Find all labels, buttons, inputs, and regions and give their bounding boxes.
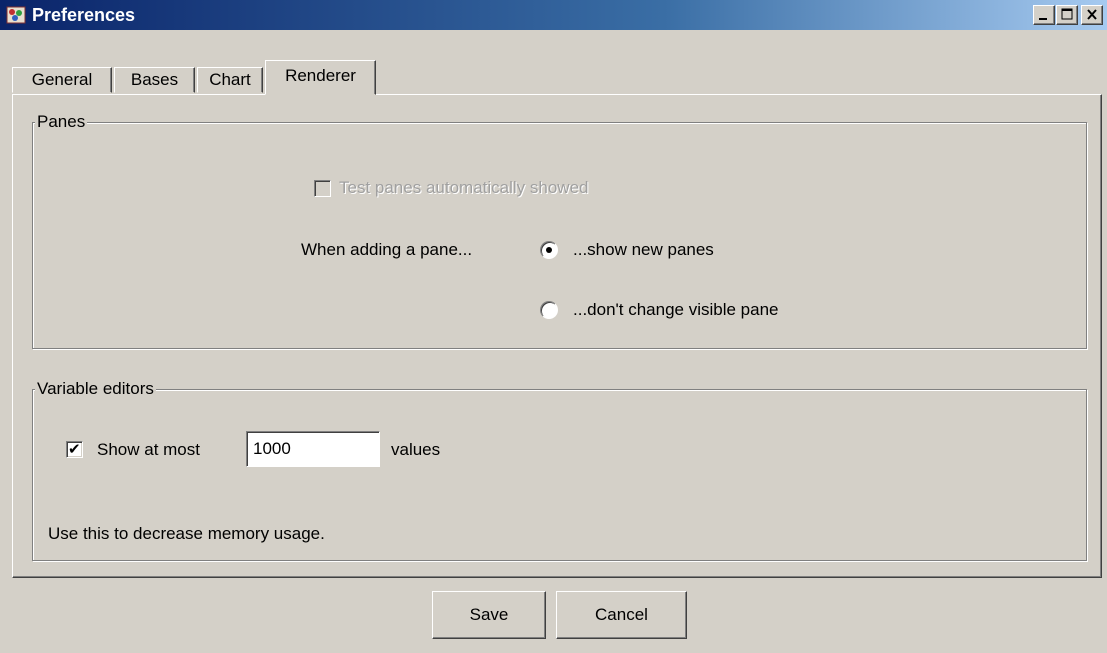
cancel-button[interactable]: Cancel xyxy=(556,591,687,639)
app-icon xyxy=(6,6,26,24)
minimize-icon xyxy=(1039,18,1047,20)
tab-renderer[interactable]: Renderer xyxy=(265,60,376,95)
tab-bases[interactable]: Bases xyxy=(114,67,195,93)
max-values-input[interactable]: 1000 xyxy=(246,431,380,467)
panes-group: Panes Test panes automatically showed Wh… xyxy=(32,111,1087,349)
variable-editors-legend: Variable editors xyxy=(35,378,156,400)
tab-label: General xyxy=(31,70,93,89)
show-new-panes-radio[interactable] xyxy=(540,241,558,259)
tab-chart[interactable]: Chart xyxy=(197,67,263,93)
values-label: values xyxy=(391,440,441,459)
memory-hint: Use this to decrease memory usage. xyxy=(48,524,325,543)
radio-selected-dot xyxy=(546,247,552,253)
test-panes-label: Test panes automatically showed xyxy=(339,178,589,197)
panes-legend: Panes xyxy=(35,111,88,133)
test-panes-checkbox[interactable] xyxy=(314,180,331,197)
maximize-icon xyxy=(1061,8,1073,20)
window-title: Preferences xyxy=(32,5,136,25)
maximize-button[interactable] xyxy=(1056,5,1078,25)
tab-general[interactable]: General xyxy=(12,67,112,93)
save-button[interactable]: Save xyxy=(432,591,546,639)
close-icon xyxy=(1087,9,1097,20)
title-bar[interactable]: Preferences xyxy=(0,0,1107,30)
dont-change-pane-label: ...don't change visible pane xyxy=(573,300,779,319)
tab-strip: General Bases Chart Renderer xyxy=(0,30,1107,96)
close-button[interactable] xyxy=(1081,5,1103,25)
show-at-most-checkbox[interactable]: ✔ xyxy=(66,441,83,458)
renderer-panel: Panes Test panes automatically showed Wh… xyxy=(12,94,1102,578)
tab-label: Renderer xyxy=(285,66,356,85)
checkmark-icon: ✔ xyxy=(68,441,81,458)
adding-pane-label: When adding a pane... xyxy=(301,240,473,259)
tab-label: Chart xyxy=(209,70,251,89)
minimize-button[interactable] xyxy=(1033,5,1055,25)
show-new-panes-label: ...show new panes xyxy=(573,240,714,259)
dont-change-pane-radio[interactable] xyxy=(540,301,558,319)
tab-label: Bases xyxy=(130,70,179,89)
show-at-most-label: Show at most xyxy=(97,440,200,459)
variable-editors-group: Variable editors ✔ Show at most 1000 val… xyxy=(32,378,1087,561)
